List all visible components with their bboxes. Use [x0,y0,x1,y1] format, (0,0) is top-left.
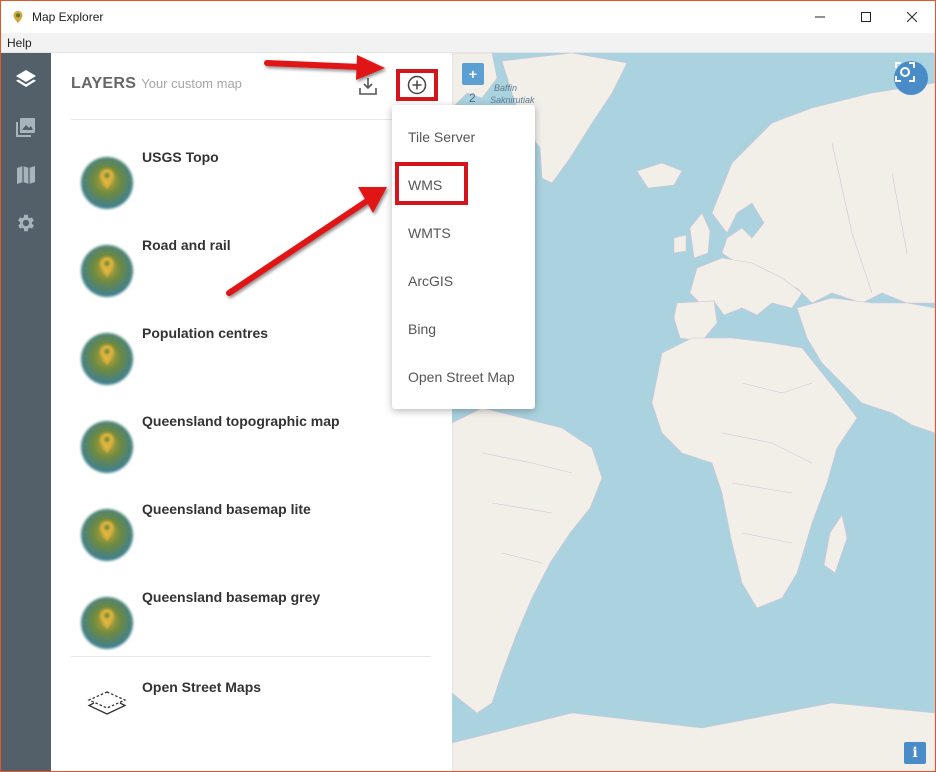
layer-thumbnail [81,421,133,473]
layer-thumbnail [81,333,133,385]
sidebar-rail [1,53,51,771]
panel-subtitle: Your custom map [141,76,242,91]
window-title: Map Explorer [32,10,104,24]
layers-divider [71,656,431,657]
dropdown-item-tile-server[interactable]: Tile Server [392,113,535,161]
map-pin-icon [100,257,114,277]
minimize-button[interactable] [797,1,843,33]
rail-item-layers[interactable] [1,55,51,103]
map-pin-icon [100,345,114,365]
zoom-level: 2 [469,91,476,105]
close-button[interactable] [889,1,935,33]
stack-outline-icon [87,691,127,715]
zoom-in-button[interactable]: + [462,63,484,85]
layer-name: Queensland basemap lite [142,501,311,517]
dropdown-item-bing[interactable]: Bing [392,305,535,353]
map-label-saknirutiak: Saknirutiak [490,95,535,105]
panel-header: LAYERS Your custom map [71,75,242,99]
image-icon [16,118,35,137]
maximize-icon [861,12,871,22]
app-window: Map Explorer Help LAYERS Your custom map… [0,0,936,772]
layer-name: Population centres [142,325,269,341]
layer-name: Road and rail [142,237,231,253]
map-pin-icon [100,433,114,453]
layer-item[interactable]: Road and rail [71,237,431,317]
map-pin-icon [100,609,114,629]
map-icon [17,166,35,184]
download-icon [359,78,377,95]
dropdown-item-open-street-map[interactable]: Open Street Map [392,353,535,401]
gear-icon [18,214,34,232]
rail-item-settings[interactable] [1,199,51,247]
layer-thumbnail [81,509,133,561]
dropdown-item-arcgis[interactable]: ArcGIS [392,257,535,305]
layer-name: Queensland topographic map [142,413,340,429]
add-layer-button[interactable] [396,69,438,101]
layers-icon [16,70,36,87]
map-pin-icon [100,169,114,189]
add-layer-dropdown: Tile Server WMS WMTS ArcGIS Bing Open St… [392,105,535,409]
fullscreen-button[interactable] [894,61,928,95]
title-bar: Map Explorer [1,1,935,33]
minimize-icon [815,16,825,18]
wms-highlight-box [395,162,468,205]
menu-help[interactable]: Help [1,36,38,50]
app-icon [10,9,26,25]
focus-icon [895,62,915,82]
dropdown-item-wmts[interactable]: WMTS [392,209,535,257]
plus-circle-icon [407,75,427,95]
layer-item[interactable]: Population centres [71,325,431,405]
download-button[interactable] [356,74,380,98]
layer-name: USGS Topo [142,149,219,165]
layer-item[interactable]: Queensland basemap grey [71,589,431,669]
map-pin-icon [100,521,114,541]
layer-thumbnail [81,597,133,649]
menu-bar: Help [1,33,935,53]
rail-item-gallery[interactable] [1,103,51,151]
layer-thumbnail [81,245,133,297]
layer-item[interactable]: Queensland topographic map [71,413,431,493]
layer-thumbnail [81,157,133,209]
layer-name: Queensland basemap grey [142,589,321,605]
info-button[interactable]: i [904,742,926,764]
layer-item[interactable]: USGS Topo [71,149,431,229]
rail-item-map[interactable] [1,151,51,199]
header-divider [71,119,431,120]
close-icon [907,12,917,22]
layer-item[interactable]: Queensland basemap lite [71,501,431,581]
window-controls [797,1,935,33]
maximize-button[interactable] [843,1,889,33]
map-label-baffin: Baffin [494,83,518,93]
layer-item-osm[interactable]: Open Street Maps [71,679,431,759]
panel-title: LAYERS [71,75,137,92]
layer-name: Open Street Maps [142,679,262,695]
